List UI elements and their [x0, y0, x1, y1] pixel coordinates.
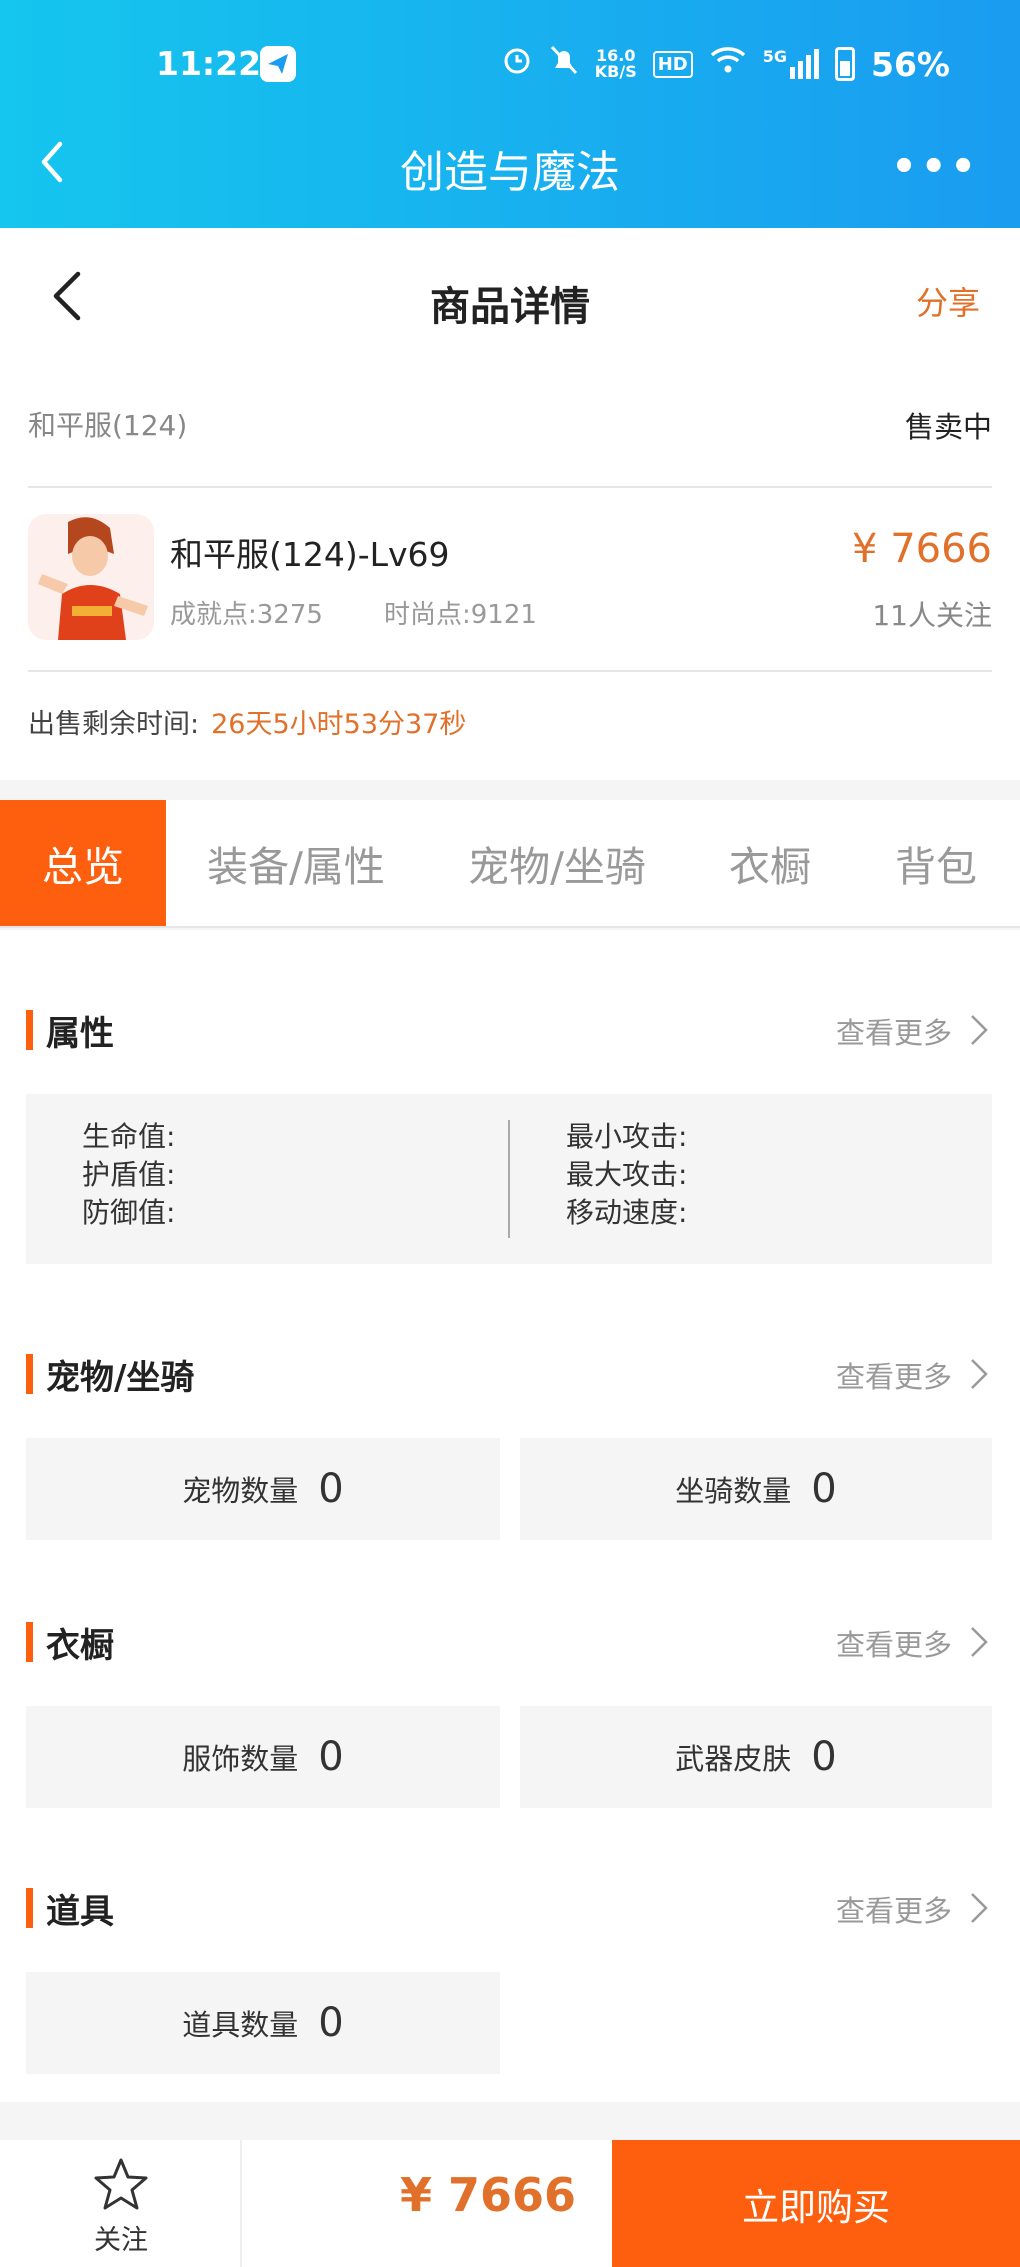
attributes-more-link[interactable]: 查看更多: [836, 1010, 952, 1052]
battery-percent: 56%: [871, 44, 950, 84]
wardrobe-header: 衣橱 查看更多: [26, 1618, 992, 1668]
mount-count-card: 坐骑数量 0: [520, 1438, 992, 1540]
pets-title: 宠物/坐骑: [46, 1358, 195, 1398]
chevron-right-icon[interactable]: [966, 1356, 992, 1392]
tab-overview[interactable]: 总览: [0, 800, 166, 926]
pets-header: 宠物/坐骑 查看更多: [26, 1350, 992, 1400]
pet-count-label: 宠物数量: [182, 1474, 299, 1508]
attributes-title: 属性: [46, 1014, 114, 1054]
chevron-right-icon[interactable]: [966, 1624, 992, 1660]
net-speed: 16.0 KB/S: [594, 46, 637, 81]
section-marker: [26, 1354, 33, 1394]
more-menu-button[interactable]: •••: [891, 144, 980, 190]
product-title: 和平服(124)-Lv69: [170, 535, 450, 574]
follow-button[interactable]: 关注: [0, 2140, 242, 2267]
attributes-left: 生命值: 护盾值: 防御值:: [82, 1118, 175, 1232]
product-info: 和平服(124) 售卖中 和平服(124)-Lv69 成就点:3275 时尚点:…: [0, 364, 1020, 780]
fashion-points: 时尚点:9121: [384, 600, 537, 630]
remaining-time: 出售剩余时间: 26天5小时53分37秒: [28, 702, 466, 741]
server-name: 和平服(124): [28, 409, 188, 442]
wardrobe-title: 衣橱: [46, 1626, 114, 1666]
signal-icon: 5G: [763, 49, 819, 79]
weapon-skin-label: 武器皮肤: [675, 1742, 792, 1776]
tab-bar: 总览 装备/属性 宠物/坐骑 衣橱 背包: [0, 800, 1020, 928]
follower-count: 11人关注: [872, 599, 992, 632]
divider: [28, 670, 992, 672]
divider: [28, 486, 992, 488]
star-icon: [92, 2156, 150, 2212]
outfit-count-value: 0: [318, 1734, 344, 1780]
follow-label: 关注: [94, 2225, 148, 2256]
items-header: 道具 查看更多: [26, 1884, 992, 1934]
page-nav: 商品详情 分享: [0, 228, 1020, 364]
tab-backpack[interactable]: 背包: [852, 800, 1020, 926]
items-title: 道具: [46, 1892, 114, 1932]
item-count-card: 道具数量 0: [26, 1972, 500, 2074]
sale-status: 售卖中: [904, 410, 992, 444]
hd-badge: HD: [652, 50, 693, 78]
chevron-right-icon[interactable]: [966, 1012, 992, 1048]
attributes-right: 最小攻击: 最大攻击: 移动速度:: [566, 1118, 687, 1232]
bottom-price: ¥ 7666: [400, 2168, 577, 2222]
attributes-header: 属性 查看更多: [26, 1006, 992, 1056]
items-more-link[interactable]: 查看更多: [836, 1888, 952, 1930]
product-row[interactable]: 和平服(124)-Lv69 成就点:3275 时尚点:9121 ¥ 7666 1…: [28, 514, 992, 644]
wardrobe-more-link[interactable]: 查看更多: [836, 1622, 952, 1664]
weapon-skin-value: 0: [811, 1734, 837, 1780]
overview-content: 属性 查看更多 生命值: 护盾值: 防御值: 最小攻击: 最大攻击: 移动速度:…: [0, 930, 1020, 2102]
wifi-icon: [709, 45, 747, 83]
section-marker: [26, 1622, 33, 1662]
attributes-panel: 生命值: 护盾值: 防御值: 最小攻击: 最大攻击: 移动速度:: [26, 1094, 992, 1264]
remaining-time-value: 26天5小时53分37秒: [211, 709, 467, 740]
battery-icon: [835, 47, 855, 81]
app-notification-icon: [260, 46, 296, 82]
bottom-action-bar: 关注 ¥ 7666 立即购买: [0, 2140, 1020, 2267]
attributes-separator: [508, 1120, 510, 1238]
item-count-label: 道具数量: [182, 2008, 299, 2042]
tab-wardrobe[interactable]: 衣橱: [688, 800, 852, 926]
app-header: 11:22 16.0 KB/S HD 5G 56% 创造与魔法 •••: [0, 0, 1020, 228]
outfit-count-card: 服饰数量 0: [26, 1706, 500, 1808]
section-marker: [26, 1888, 33, 1928]
character-avatar: [28, 514, 154, 640]
pets-more-link[interactable]: 查看更多: [836, 1354, 952, 1396]
mount-count-value: 0: [811, 1466, 837, 1512]
weapon-skin-card: 武器皮肤 0: [520, 1706, 992, 1808]
mount-count-label: 坐骑数量: [675, 1474, 792, 1508]
page-title: 商品详情: [430, 284, 590, 330]
mute-icon: [549, 44, 579, 84]
status-bar: 11:22 16.0 KB/S HD 5G 56%: [0, 40, 1020, 90]
outfit-count-label: 服饰数量: [182, 1742, 299, 1776]
section-marker: [26, 1010, 33, 1050]
pet-count-value: 0: [318, 1466, 344, 1512]
alarm-icon: [501, 44, 533, 84]
chevron-right-icon[interactable]: [966, 1890, 992, 1926]
status-time: 11:22: [156, 44, 262, 83]
achievement-points: 成就点:3275: [170, 600, 323, 630]
share-button[interactable]: 分享: [916, 278, 980, 324]
app-title: 创造与魔法: [400, 147, 620, 198]
pet-count-card: 宠物数量 0: [26, 1438, 500, 1540]
attr-shield-label: 护盾值:: [82, 1158, 176, 1191]
tab-pets[interactable]: 宠物/坐骑: [426, 800, 688, 926]
attr-speed-label: 移动速度:: [566, 1196, 688, 1229]
attr-defense-label: 防御值:: [82, 1196, 176, 1229]
buy-now-button[interactable]: 立即购买: [612, 2140, 1020, 2267]
remaining-time-label: 出售剩余时间:: [28, 709, 200, 740]
product-price: ¥ 7666: [852, 526, 992, 572]
item-count-value: 0: [318, 2000, 344, 2046]
attr-hp-label: 生命值:: [82, 1120, 176, 1153]
attr-max-attack-label: 最大攻击:: [566, 1158, 688, 1191]
attr-min-attack-label: 最小攻击:: [566, 1120, 688, 1153]
tab-equipment[interactable]: 装备/属性: [166, 800, 426, 926]
